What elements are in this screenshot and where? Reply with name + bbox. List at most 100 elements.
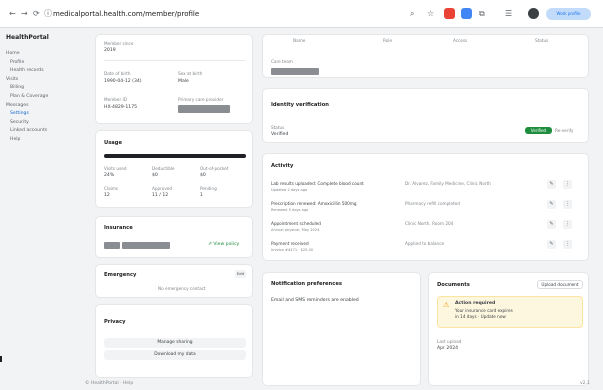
- scroll-indicator: [0, 356, 2, 362]
- version-text: v2.1: [580, 381, 590, 386]
- sidebar-item[interactable]: Plan & Coverage: [6, 93, 86, 102]
- verified-button[interactable]: Verified: [525, 127, 552, 134]
- profile-pill[interactable]: Work profile: [546, 8, 591, 20]
- extension-red-icon[interactable]: [444, 8, 455, 19]
- activity-row[interactable]: Appointment scheduled Annual physical, Ma…: [263, 220, 588, 238]
- redacted-value: [271, 68, 319, 75]
- manage-sharing-button[interactable]: Manage sharing: [104, 338, 246, 348]
- activity-row[interactable]: Prescription renewed: Amoxicillin 500mg R…: [263, 200, 588, 218]
- footer-links[interactable]: © HealthPortal · Help: [85, 381, 133, 386]
- warning-title: Action required: [455, 301, 496, 306]
- edit-icon[interactable]: ✎: [547, 180, 556, 189]
- tab-search-icon[interactable]: ☰: [505, 10, 512, 18]
- activity-title: Payment received: [271, 241, 309, 246]
- last-upload-value: Apr 2024: [437, 346, 459, 351]
- stat-value: 1: [200, 193, 203, 198]
- card-title: Insurance: [104, 225, 133, 231]
- stat-value: $0: [152, 173, 158, 178]
- preferences-card: Notification preferences Email and SMS r…: [262, 272, 421, 386]
- activity-detail: Pharmacy refill completed: [405, 201, 460, 206]
- zoom-icon[interactable]: ⌕: [410, 10, 414, 18]
- warning-line: in 14 days · Update now: [455, 314, 506, 319]
- back-icon[interactable]: ←: [9, 10, 16, 18]
- edit-badge[interactable]: Edit: [235, 270, 246, 278]
- warning-line: Your insurance card expires: [455, 308, 513, 313]
- activity-subtitle: Invoice #4471 · $25.00: [271, 248, 314, 252]
- stat-value: 12: [104, 193, 110, 198]
- field-label: Primary care provider: [178, 97, 224, 102]
- redacted-value: [178, 105, 230, 113]
- documents-card: Documents Upload document ⚠ Action requi…: [428, 272, 589, 386]
- sidebar-item[interactable]: Settings: [6, 110, 86, 119]
- sidebar-item[interactable]: Security: [6, 119, 86, 128]
- emergency-card: Emergency Edit No emergency contact: [95, 264, 253, 298]
- warning-icon: ⚠: [443, 301, 450, 309]
- stat-label: Deductible: [152, 166, 175, 171]
- field-label: Sex at birth: [178, 71, 203, 76]
- stat-label: Visits used: [104, 166, 127, 171]
- field-value: 1990-04-12 (34): [104, 79, 142, 84]
- activity-row[interactable]: Lab results uploaded: Complete blood cou…: [263, 180, 588, 198]
- sidebar: HealthPortal Home Profile Health records Vi…: [0, 28, 88, 390]
- reverify-link[interactable]: Re-verify: [555, 128, 574, 133]
- edit-icon[interactable]: ✎: [547, 200, 556, 209]
- extension-blue-icon[interactable]: [461, 8, 472, 19]
- care-team-label: Care team: [271, 59, 293, 64]
- field-label: Date of birth: [104, 71, 131, 76]
- activity-row[interactable]: Payment received Invoice #4471 · $25.00 Ap…: [263, 240, 588, 258]
- download-data-button[interactable]: Download my data: [104, 350, 246, 360]
- column-header: Access: [453, 38, 468, 43]
- sidebar-item[interactable]: Visits: [6, 76, 86, 85]
- member-since-value: 2019: [104, 48, 116, 53]
- sidebar-item[interactable]: Home: [6, 50, 86, 59]
- verification-card: Identity verification Status Verified Ve…: [262, 88, 589, 143]
- edit-icon[interactable]: ✎: [547, 220, 556, 229]
- stat-label: Pending: [200, 186, 217, 191]
- forward-icon[interactable]: →: [21, 10, 28, 18]
- site-info-icon[interactable]: ⓘ: [44, 10, 52, 18]
- more-icon[interactable]: ⋮: [563, 180, 572, 189]
- brand-logo[interactable]: HealthPortal: [6, 34, 49, 41]
- field-label: Member ID: [104, 97, 128, 102]
- activity-card: Activity Lab results uploaded: Complete …: [262, 153, 589, 261]
- usage-progress-track: [104, 154, 246, 158]
- card-title: Usage: [104, 140, 123, 146]
- card-title: Notification preferences: [271, 281, 342, 287]
- sidebar-nav: Home Profile Health records Visits Billing Pl…: [6, 50, 86, 145]
- view-policy-link[interactable]: ⇗ View policy: [208, 242, 239, 247]
- edit-icon[interactable]: ✎: [547, 240, 556, 249]
- insurance-card: Insurance ⇗ View policy: [95, 216, 253, 258]
- column-header: Role: [383, 38, 393, 43]
- address-bar[interactable]: medicalportal.health.com/member/profile: [53, 10, 199, 18]
- care-team-card: Name Role Access Status Care team: [262, 34, 589, 78]
- upload-document-button[interactable]: Upload document: [537, 280, 583, 289]
- reload-icon[interactable]: ⟳: [33, 10, 40, 18]
- more-icon[interactable]: ⋮: [563, 240, 572, 249]
- activity-title: Prescription renewed: Amoxicillin 500mg: [271, 201, 357, 206]
- more-icon[interactable]: ⋮: [563, 200, 572, 209]
- column-header: Status: [535, 38, 549, 43]
- sidebar-item[interactable]: Linked accounts: [6, 127, 86, 136]
- stat-value: 11 / 12: [152, 193, 169, 198]
- more-icon[interactable]: ⋮: [563, 220, 572, 229]
- stat-label: Out-of-pocket: [200, 166, 229, 171]
- bookmark-star-icon[interactable]: ☆: [427, 10, 434, 18]
- sidebar-item[interactable]: Messages: [6, 102, 86, 111]
- extensions-puzzle-icon[interactable]: ⧉: [479, 10, 485, 18]
- usage-progress-fill: [104, 154, 246, 158]
- field-value: Male: [178, 79, 189, 84]
- insurance-logo: [104, 242, 120, 249]
- card-title: Documents: [437, 282, 470, 288]
- last-upload-label: Last upload: [437, 339, 462, 344]
- sidebar-item[interactable]: Profile: [6, 59, 86, 68]
- activity-detail: Applied to balance: [405, 241, 445, 246]
- verification-status-label: Status: [271, 125, 285, 130]
- sidebar-item[interactable]: Health records: [6, 67, 86, 76]
- activity-detail: Clinic North, Room 204: [405, 221, 454, 226]
- insurance-name-redacted: [122, 242, 170, 249]
- activity-subtitle: Annual physical, May 2024: [271, 228, 320, 232]
- sidebar-item[interactable]: Help: [6, 136, 86, 145]
- card-title: Activity: [271, 163, 294, 169]
- account-avatar-icon[interactable]: [528, 8, 539, 19]
- sidebar-item[interactable]: Billing: [6, 84, 86, 93]
